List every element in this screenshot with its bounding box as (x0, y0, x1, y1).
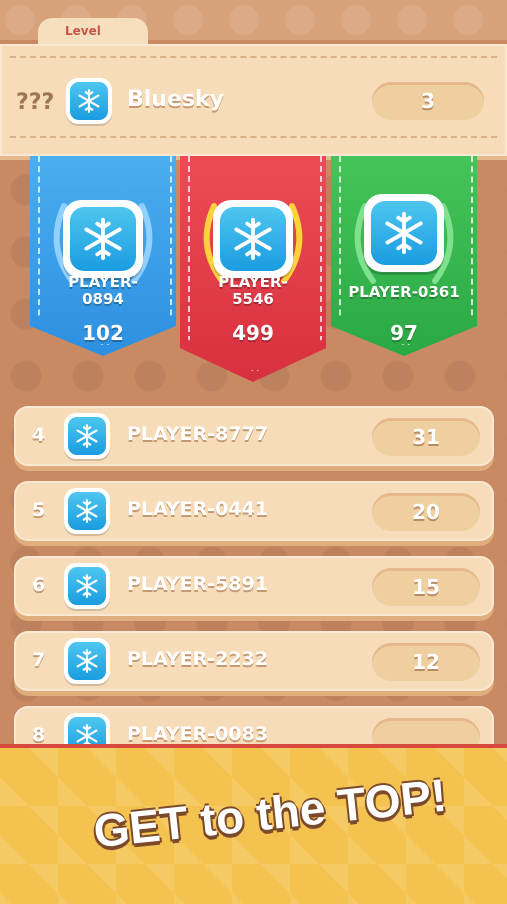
podium-name: PLAYER- 5546 (218, 273, 288, 308)
row-score: 31 (372, 418, 480, 456)
podium-score: 97 (390, 321, 418, 345)
stitch-divider (10, 136, 497, 138)
snowflake-icon (76, 499, 98, 523)
row-name: PLAYER-2232 (127, 648, 269, 670)
table-row[interactable]: 6 PLAYER-5891 15 (14, 556, 494, 616)
snowflake-icon (84, 217, 122, 261)
row-name: PLAYER-8777 (127, 423, 269, 445)
table-row[interactable]: 7 PLAYER-2232 12 (14, 631, 494, 691)
podium-avatar (63, 200, 143, 278)
podium-score: 499 (232, 321, 274, 345)
row-name: PLAYER-0083 (127, 723, 269, 745)
podium-second[interactable]: PLAYER- 0894 102 (30, 156, 176, 386)
row-score: 12 (372, 643, 480, 681)
snowflake-icon (76, 649, 98, 673)
snowflake-icon (76, 574, 98, 598)
row-rank: 5 (32, 499, 46, 521)
podium-name: PLAYER-0361 (348, 283, 460, 301)
my-score: 3 (372, 82, 484, 120)
row-score: 15 (372, 568, 480, 606)
snowflake-icon (234, 217, 272, 261)
snowflake-icon (385, 211, 423, 255)
snowflake-icon (78, 89, 100, 113)
podium-score: 102 (82, 321, 124, 345)
my-name: Bluesky (127, 87, 224, 112)
row-avatar (64, 638, 110, 684)
row-name: PLAYER-5891 (127, 573, 269, 595)
row-name: PLAYER-0441 (127, 498, 269, 520)
stitch-divider (10, 56, 497, 58)
podium-avatar (364, 194, 444, 272)
row-avatar (64, 413, 110, 459)
snowflake-icon (76, 424, 98, 448)
row-rank: 6 (32, 574, 46, 596)
podium-avatar (213, 200, 293, 278)
row-avatar (64, 563, 110, 609)
row-rank: 7 (32, 649, 46, 671)
my-rank: ??? (16, 90, 55, 115)
my-rank-row[interactable]: ??? Bluesky 3 (0, 44, 507, 160)
tab-level-label: Level (65, 24, 101, 38)
row-avatar (64, 488, 110, 534)
podium-first[interactable]: PLAYER- 5546 499 (180, 156, 326, 388)
row-rank: 8 (32, 724, 46, 746)
table-row[interactable]: 5 PLAYER-0441 20 (14, 481, 494, 541)
podium-name: PLAYER- 0894 (68, 273, 138, 308)
row-score: 20 (372, 493, 480, 531)
row-rank: 4 (32, 424, 46, 446)
table-row[interactable]: 4 PLAYER-8777 31 (14, 406, 494, 466)
my-avatar (66, 78, 112, 124)
podium-third[interactable]: PLAYER-0361 97 (331, 156, 477, 386)
